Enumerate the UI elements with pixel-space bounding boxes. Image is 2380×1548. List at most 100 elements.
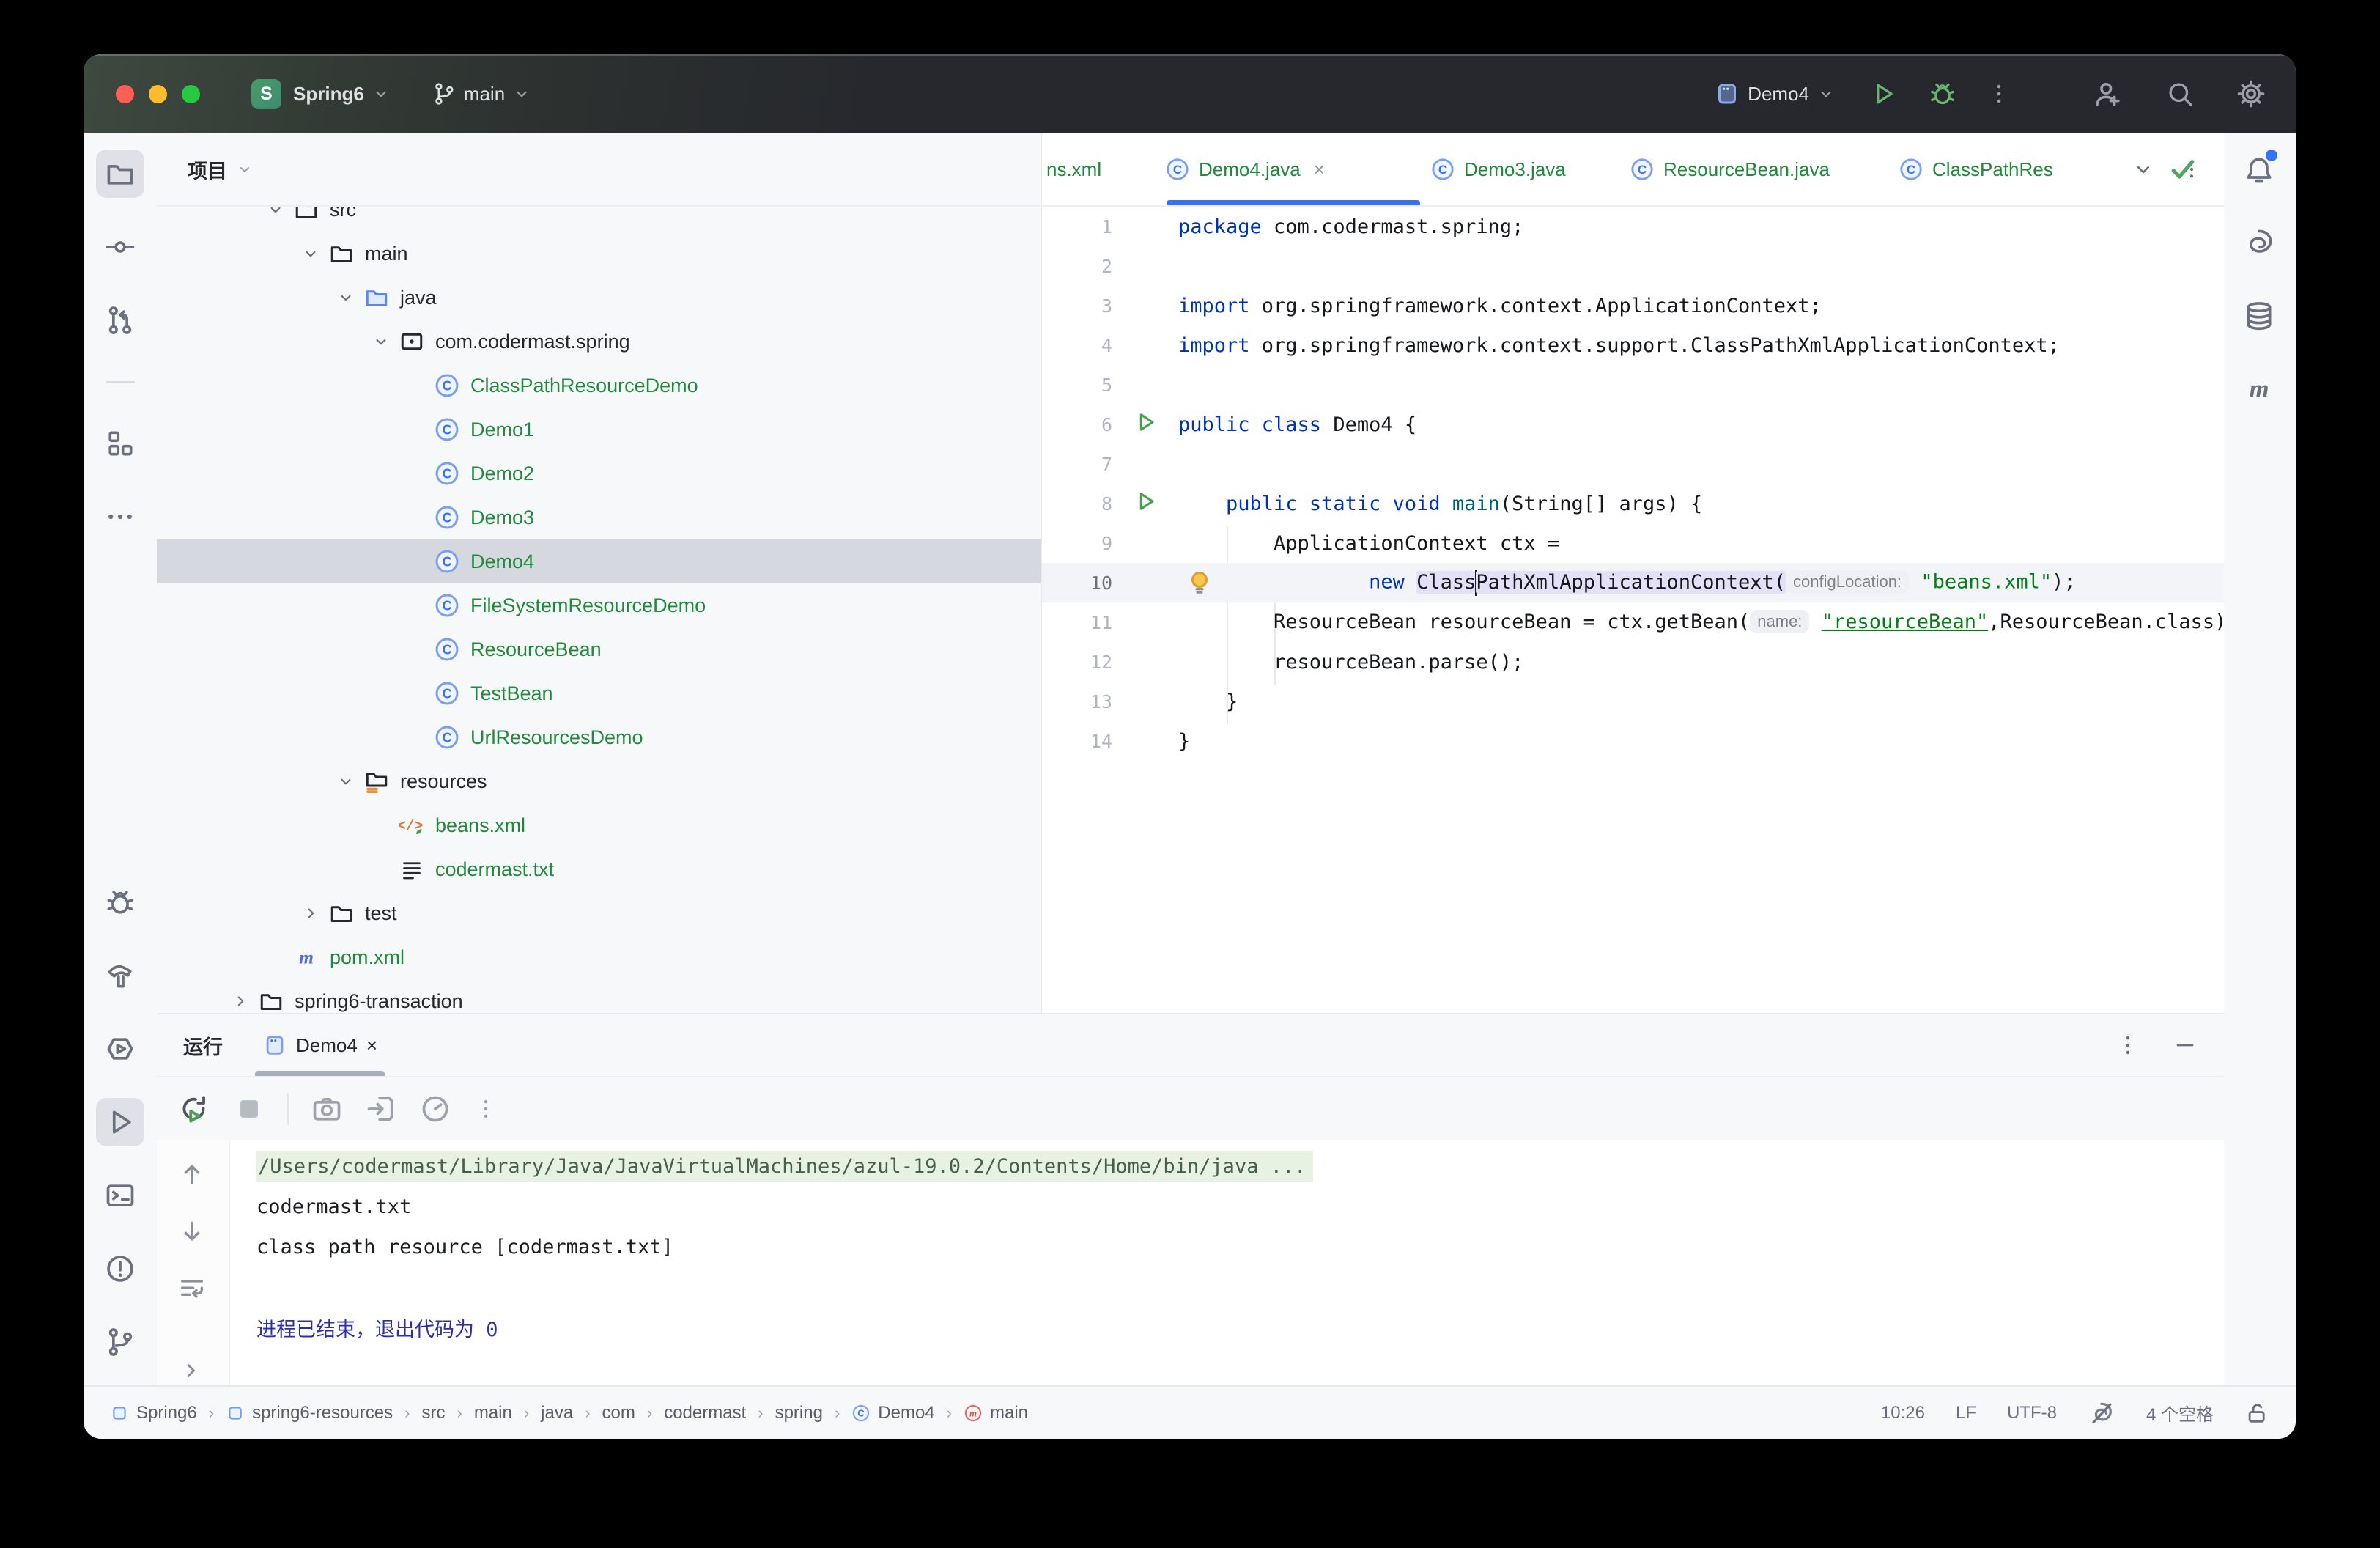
- stop-button[interactable]: [233, 1093, 265, 1125]
- tool-stripe-problems-button[interactable]: [96, 1245, 144, 1293]
- chevron-down-icon[interactable]: [330, 772, 362, 791]
- breadcrumb-item[interactable]: CDemo4: [851, 1403, 934, 1423]
- indent-setting[interactable]: 4 个空格: [2146, 1400, 2214, 1426]
- close-icon[interactable]: ×: [1314, 158, 1325, 181]
- tool-stripe-maven-button[interactable]: m: [2235, 365, 2283, 413]
- tool-stripe-version-control-button[interactable]: [96, 1318, 144, 1366]
- chevron-right-icon[interactable]: [224, 992, 256, 1011]
- scroll-down-icon[interactable]: [177, 1217, 207, 1246]
- tree-item-classpathresourcedemo[interactable]: CClassPathResourceDemo: [157, 364, 1041, 408]
- code-line-4[interactable]: 4import org.springframework.context.supp…: [1042, 325, 2224, 365]
- chevron-down-icon[interactable]: [365, 332, 397, 351]
- profiler-button[interactable]: [419, 1093, 451, 1125]
- tree-item-beans-xml[interactable]: </>beans.xml: [157, 803, 1041, 847]
- tree-item-demo4[interactable]: CDemo4: [157, 539, 1041, 583]
- close-icon[interactable]: ×: [366, 1034, 377, 1057]
- settings-button[interactable]: [2236, 78, 2266, 109]
- tool-stripe-more-tools-button[interactable]: [96, 493, 144, 541]
- tree-item-demo3[interactable]: CDemo3: [157, 495, 1041, 539]
- tool-stripe-notifications-button[interactable]: [2235, 145, 2283, 194]
- tree-item-com-codermast-spring[interactable]: com.codermast.spring: [157, 320, 1041, 364]
- code-editor[interactable]: 1package com.codermast.spring;23import o…: [1042, 207, 2224, 1014]
- tree-item-resources[interactable]: resources: [157, 759, 1041, 803]
- code-line-13[interactable]: 13 }: [1042, 682, 2224, 721]
- code-with-me-button[interactable]: [2092, 78, 2123, 109]
- tool-stripe-commit-button[interactable]: [96, 223, 144, 271]
- breadcrumb-item[interactable]: Spring6: [110, 1403, 197, 1423]
- tool-stripe-terminal-button[interactable]: [96, 1171, 144, 1220]
- run-line-icon[interactable]: [1133, 489, 1158, 519]
- tool-stripe-pull-requests-button[interactable]: [96, 296, 144, 344]
- expand-gutter-icon[interactable]: [177, 1357, 204, 1384]
- editor-tab-resourcebean-java[interactable]: CResourceBean.java: [1625, 133, 1894, 205]
- breadcrumb-item[interactable]: codermast: [664, 1403, 746, 1423]
- breadcrumb-item[interactable]: mmain: [964, 1403, 1028, 1423]
- breadcrumb-item[interactable]: main: [474, 1403, 512, 1423]
- breadcrumb-item[interactable]: spring6-resources: [226, 1403, 393, 1423]
- search-everywhere-button[interactable]: [2165, 79, 2195, 108]
- code-line-3[interactable]: 3import org.springframework.context.Appl…: [1042, 286, 2224, 325]
- tree-item-test[interactable]: test: [157, 891, 1041, 935]
- breadcrumb-item[interactable]: spring: [775, 1403, 823, 1423]
- code-line-6[interactable]: 6public class Demo4 {: [1042, 405, 2224, 444]
- line-separator[interactable]: LF: [1956, 1403, 1976, 1423]
- chevron-down-icon[interactable]: [259, 207, 292, 219]
- minimize-window-button[interactable]: [149, 85, 167, 103]
- code-line-10[interactable]: 10 new ClassPathXmlApplicationContext(co…: [1042, 563, 2224, 602]
- breadcrumb-item[interactable]: com: [602, 1403, 635, 1423]
- toolbar-more-button[interactable]: [473, 1096, 498, 1121]
- inspections-ok-icon[interactable]: [2167, 152, 2199, 185]
- tree-item-codermast-txt[interactable]: codermast.txt: [157, 847, 1041, 891]
- unlock-icon[interactable]: [2244, 1401, 2269, 1426]
- vcs-branch-widget[interactable]: main: [432, 81, 531, 106]
- close-window-button[interactable]: [116, 85, 134, 103]
- console-output[interactable]: /Users/codermast/Library/Java/JavaVirtua…: [230, 1140, 2224, 1385]
- tree-item-spring6-transaction[interactable]: spring6-transaction: [157, 979, 1041, 1014]
- breadcrumb-item[interactable]: src: [421, 1403, 445, 1423]
- ai-assistant-status-icon[interactable]: [2088, 1399, 2115, 1427]
- run-button[interactable]: [1869, 80, 1897, 108]
- tool-stripe-debug-button[interactable]: [96, 878, 144, 926]
- tool-stripe-ai-assistant-button[interactable]: [2235, 218, 2283, 267]
- code-line-9[interactable]: 9 ApplicationContext ctx =: [1042, 523, 2224, 563]
- run-tab-demo4[interactable]: Demo4 ×: [255, 1014, 385, 1076]
- project-panel-header[interactable]: 项目: [157, 133, 1041, 207]
- hide-panel-button[interactable]: [2173, 1033, 2198, 1058]
- code-line-8[interactable]: 8 public static void main(String[] args)…: [1042, 484, 2224, 523]
- rerun-button[interactable]: [177, 1092, 211, 1126]
- tree-item-demo2[interactable]: CDemo2: [157, 452, 1041, 495]
- tool-stripe-structure-button[interactable]: [96, 419, 144, 468]
- editor-tab-demo4-java[interactable]: CDemo4.java×: [1161, 133, 1426, 205]
- code-line-5[interactable]: 5: [1042, 365, 2224, 405]
- code-line-12[interactable]: 12 resourceBean.parse();: [1042, 642, 2224, 682]
- chevron-down-icon[interactable]: [2132, 158, 2155, 181]
- tree-item-src[interactable]: src: [157, 207, 1041, 232]
- more-actions-button[interactable]: [1987, 81, 2011, 106]
- tree-item-testbean[interactable]: CTestBean: [157, 671, 1041, 715]
- soft-wrap-icon[interactable]: [177, 1274, 207, 1303]
- code-line-7[interactable]: 7: [1042, 444, 2224, 484]
- editor-tab-ns-xml[interactable]: ns.xml: [1042, 133, 1161, 205]
- tree-item-demo1[interactable]: CDemo1: [157, 408, 1041, 452]
- tool-stripe-database-button[interactable]: [2235, 292, 2283, 340]
- tool-stripe-services-button[interactable]: [96, 1025, 144, 1073]
- tool-stripe-run-button[interactable]: [96, 1098, 144, 1146]
- chevron-down-icon[interactable]: [295, 244, 327, 263]
- window-controls[interactable]: [116, 85, 200, 103]
- code-line-2[interactable]: 2: [1042, 246, 2224, 286]
- debug-button[interactable]: [1928, 79, 1957, 108]
- scroll-up-icon[interactable]: [177, 1160, 207, 1189]
- breadcrumb-item[interactable]: java: [541, 1403, 573, 1423]
- file-encoding[interactable]: UTF-8: [2007, 1403, 2057, 1423]
- run-line-icon[interactable]: [1133, 410, 1158, 440]
- tree-item-resourcebean[interactable]: CResourceBean: [157, 627, 1041, 671]
- chevron-right-icon[interactable]: [295, 904, 327, 923]
- editor-tab-classpathresourcedemo-java[interactable]: CClassPathResourceDemo.java: [1894, 133, 2053, 205]
- run-configuration-widget[interactable]: Demo4: [1714, 81, 1836, 107]
- tree-item-main[interactable]: main: [157, 232, 1041, 276]
- project-widget[interactable]: Spring6: [293, 83, 391, 106]
- tree-item-filesystemresourcedemo[interactable]: CFileSystemResourceDemo: [157, 583, 1041, 627]
- import-thread-dump-button[interactable]: [365, 1093, 397, 1125]
- tool-stripe-build-button[interactable]: [96, 951, 144, 1000]
- tree-item-urlresourcesdemo[interactable]: CUrlResourcesDemo: [157, 715, 1041, 759]
